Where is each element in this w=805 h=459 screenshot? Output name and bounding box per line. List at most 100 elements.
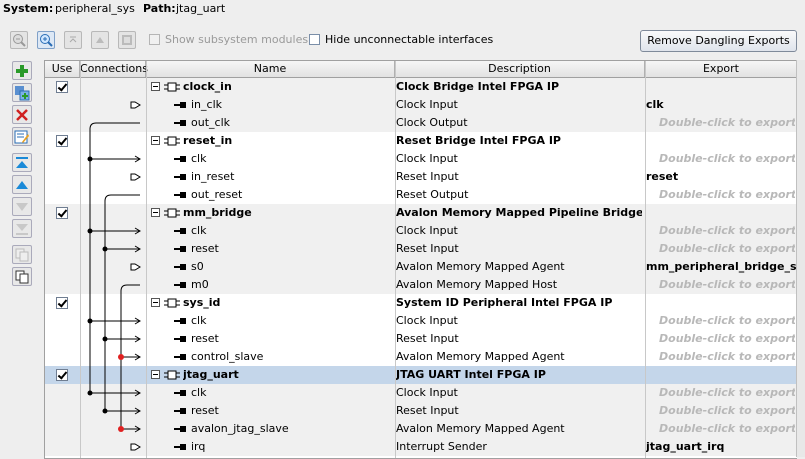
interface-port-icon	[174, 228, 186, 234]
interface-name[interactable]: clk	[191, 150, 391, 168]
export-name[interactable]: clk	[646, 96, 796, 114]
interface-row[interactable]: m0 Avalon Memory Mapped Host Double-click …	[45, 276, 797, 294]
connection-dot	[87, 318, 93, 324]
interface-port-icon	[174, 336, 186, 342]
component-name[interactable]: jtag_uart	[183, 366, 383, 384]
hierarchy-button[interactable]	[118, 31, 136, 49]
export-placeholder[interactable]: Double-click to export	[659, 330, 795, 348]
zoom-in-button[interactable]	[37, 31, 55, 49]
export-placeholder[interactable]: Double-click to export	[659, 420, 795, 438]
vertical-scrollbar[interactable]	[796, 60, 805, 457]
component-row[interactable]: jtag_uart JTAG UART Intel FPGA IP	[45, 366, 797, 384]
interface-row[interactable]: control_slave Avalon Memory Mapped Agent D…	[45, 348, 797, 366]
interface-name[interactable]: in_reset	[191, 168, 391, 186]
interface-row[interactable]: reset Reset Input Double-click to export	[45, 402, 797, 420]
interface-row[interactable]: clk Clock Input Double-click to export	[45, 384, 797, 402]
interface-name[interactable]: reset	[191, 330, 391, 348]
interface-row[interactable]: reset Reset Input Double-click to export	[45, 330, 797, 348]
zoom-out-button[interactable]	[10, 31, 28, 49]
interface-name[interactable]: reset	[191, 402, 391, 420]
component-name[interactable]: clock_in	[183, 78, 383, 96]
export-placeholder[interactable]: Double-click to export	[659, 222, 795, 240]
interface-row[interactable]: in_reset Reset Input reset	[45, 168, 797, 186]
interface-name[interactable]: s0	[191, 258, 391, 276]
new-subsystem-button[interactable]	[12, 83, 32, 102]
edit-parameters-button[interactable]	[12, 127, 32, 146]
component-row[interactable]: clock_in Clock Bridge Intel FPGA IP	[45, 78, 797, 96]
component-name[interactable]: reset_in	[183, 132, 383, 150]
connection-dot	[102, 246, 108, 252]
component-row[interactable]: reset_in Reset Bridge Intel FPGA IP	[45, 132, 797, 150]
export-placeholder[interactable]: Double-click to export	[659, 240, 795, 258]
interface-name[interactable]: out_reset	[191, 186, 391, 204]
column-header-use[interactable]: Use	[45, 61, 80, 77]
interface-row[interactable]: reset Reset Input Double-click to export	[45, 240, 797, 258]
column-header-name[interactable]: Name	[146, 61, 395, 77]
move-to-top-button[interactable]	[12, 153, 32, 172]
interface-row[interactable]: in_clk Clock Input clk	[45, 96, 797, 114]
description-cell: Clock Input	[396, 152, 458, 165]
interface-name[interactable]: clk	[191, 222, 391, 240]
interface-row[interactable]: avalon_jtag_slave Avalon Memory Mapped Ag…	[45, 420, 797, 438]
add-component-button[interactable]	[12, 61, 32, 80]
interface-row[interactable]: clk Clock Input Double-click to export	[45, 150, 797, 168]
interface-name[interactable]: m0	[191, 276, 391, 294]
interface-name[interactable]: in_clk	[191, 96, 391, 114]
export-placeholder[interactable]: Double-click to export	[659, 186, 795, 204]
interface-row[interactable]: out_reset Reset Output Double-click to exp…	[45, 186, 797, 204]
collapse-toggle-icon[interactable]	[151, 370, 160, 379]
interface-name[interactable]: irq	[191, 438, 391, 456]
interface-row[interactable]: s0 Avalon Memory Mapped Agent mm_periphera…	[45, 258, 797, 276]
export-placeholder[interactable]: Double-click to export	[659, 114, 795, 132]
collapse-all-button[interactable]	[64, 31, 82, 49]
interface-name[interactable]: out_clk	[191, 114, 391, 132]
column-header-description[interactable]: Description	[395, 61, 645, 77]
interface-row[interactable]: clk Clock Input Double-click to export	[45, 312, 797, 330]
path-label: Path:	[143, 2, 176, 15]
export-placeholder[interactable]: Double-click to export	[659, 150, 795, 168]
move-to-bottom-button[interactable]	[12, 219, 32, 238]
collapse-toggle-icon[interactable]	[151, 298, 160, 307]
interface-name[interactable]: avalon_jtag_slave	[191, 420, 391, 438]
export-placeholder[interactable]: Double-click to export	[659, 384, 795, 402]
hide-unconnectable-checkbox[interactable]	[309, 34, 320, 45]
remove-dangling-exports-button[interactable]: Remove Dangling Exports	[640, 30, 797, 52]
collapse-toggle-icon[interactable]	[151, 136, 160, 145]
export-placeholder[interactable]: Double-click to export	[659, 402, 795, 420]
interface-name[interactable]: control_slave	[191, 348, 391, 366]
description-cell: Reset Bridge Intel FPGA IP	[396, 134, 561, 147]
interface-name[interactable]: clk	[191, 384, 391, 402]
interface-port-icon	[174, 120, 186, 126]
export-name[interactable]: reset	[646, 168, 796, 186]
interface-row[interactable]: clk Clock Input Double-click to export	[45, 222, 797, 240]
duplicate-button[interactable]	[12, 267, 32, 286]
export-name[interactable]: jtag_uart_irq	[646, 438, 796, 456]
interface-row[interactable]: out_clk Clock Output Double-click to expor…	[45, 114, 797, 132]
move-down-button[interactable]	[12, 197, 32, 216]
component-row[interactable]: sys_id System ID Peripheral Intel FPGA IP	[45, 294, 797, 312]
interface-name[interactable]: clk	[191, 312, 391, 330]
export-placeholder[interactable]: Double-click to export	[659, 348, 795, 366]
column-header-connections[interactable]: Connections	[80, 61, 148, 77]
show-subsystem-toggle[interactable]: Show subsystem modules	[149, 33, 308, 46]
component-name[interactable]: mm_bridge	[183, 204, 383, 222]
show-subsystem-checkbox[interactable]	[149, 34, 160, 45]
interface-row[interactable]: irq Interrupt Sender jtag_uart_irq	[45, 438, 797, 456]
hide-unconnectable-toggle[interactable]: Hide unconnectable interfaces	[309, 33, 493, 46]
component-row[interactable]: mm_bridge Avalon Memory Mapped Pipeline B…	[45, 204, 797, 222]
export-placeholder[interactable]: Double-click to export	[659, 312, 795, 330]
export-placeholder[interactable]: Double-click to export	[659, 276, 795, 294]
expand-button[interactable]	[91, 31, 109, 49]
copy-button[interactable]	[12, 245, 32, 264]
collapse-toggle-icon[interactable]	[151, 82, 160, 91]
remove-button[interactable]	[12, 105, 32, 124]
collapse-toggle-icon[interactable]	[151, 208, 160, 217]
column-header-export[interactable]: Export	[645, 61, 797, 77]
interface-name[interactable]: reset	[191, 240, 391, 258]
component-name[interactable]: sys_id	[183, 294, 383, 312]
interface-port-icon	[174, 282, 186, 288]
move-up-button[interactable]	[12, 175, 32, 194]
system-name: peripheral_sys	[55, 2, 135, 15]
export-stub-icon	[130, 263, 141, 271]
export-name[interactable]: mm_peripheral_bridge_s0	[646, 258, 796, 276]
